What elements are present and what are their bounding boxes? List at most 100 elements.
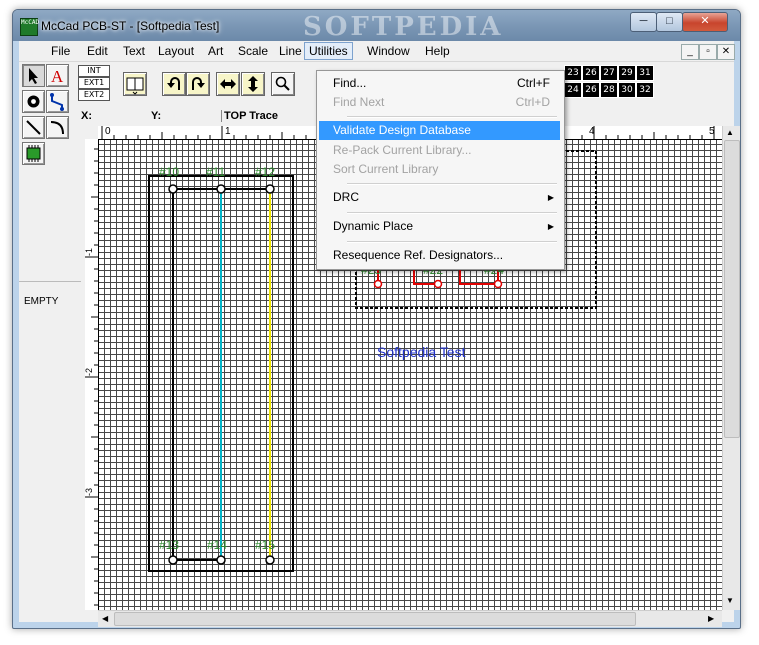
zoom-tool[interactable]	[271, 72, 295, 96]
menu-separator	[347, 116, 557, 118]
v-ruler-label: -2	[85, 367, 95, 377]
scroll-right-arrow-icon[interactable]: ▶	[708, 614, 714, 623]
pad	[265, 555, 275, 565]
rotate-right-tool[interactable]	[186, 72, 210, 96]
side-status: EMPTY	[24, 296, 59, 307]
line-tool[interactable]	[22, 116, 45, 139]
pad-label: #12	[255, 165, 276, 179]
layer-number-cell[interactable]: 24	[564, 82, 582, 98]
layer-number-cell[interactable]: 26	[582, 65, 600, 81]
magnifier-icon	[275, 76, 290, 91]
minimize-button[interactable]: ─	[630, 12, 657, 32]
scroll-down-arrow-icon[interactable]: ▼	[726, 596, 734, 605]
pad	[168, 555, 178, 565]
menu-utilities[interactable]: Utilities	[304, 42, 353, 60]
title-bar[interactable]: McCAD McCad PCB-ST - [Softpedia Test] SO…	[13, 10, 740, 42]
layer-int-button[interactable]: INT	[78, 65, 110, 77]
menu-text[interactable]: Text	[119, 43, 149, 59]
menu-item-repack-library[interactable]: Re-Pack Current Library...	[319, 141, 560, 160]
rotate-right-icon	[192, 77, 205, 90]
pad-label: #11	[206, 165, 226, 179]
menu-line[interactable]: Line	[275, 43, 306, 59]
menu-separator	[347, 183, 557, 185]
pad-label: #13	[159, 538, 180, 552]
arc-icon	[50, 121, 64, 135]
scroll-up-arrow-icon[interactable]: ▲	[726, 128, 734, 137]
layer-number-cell[interactable]: 30	[618, 82, 636, 98]
pad	[216, 184, 226, 194]
menu-separator	[347, 241, 557, 243]
v-ruler-label: -1	[85, 247, 95, 257]
menu-file[interactable]: File	[47, 43, 74, 59]
menu-item-dynamic-place[interactable]: Dynamic Place ▶	[319, 217, 560, 236]
chip-icon	[26, 145, 41, 162]
pad-tool[interactable]	[22, 90, 45, 113]
layer-number-cell[interactable]: 29	[618, 65, 636, 81]
book-icon	[126, 77, 144, 95]
pad	[168, 184, 178, 194]
layer-ext1-button[interactable]: EXT1	[78, 77, 110, 89]
menu-scale[interactable]: Scale	[234, 43, 272, 59]
select-arrow-tool[interactable]	[22, 64, 45, 87]
menu-item-resequence-ref-designators[interactable]: Resequence Ref. Designators...	[319, 246, 560, 265]
menu-window[interactable]: Window	[363, 43, 414, 59]
h-ruler-label: 1	[225, 126, 231, 137]
horizontal-scroll-thumb[interactable]	[114, 612, 636, 626]
line-icon	[26, 120, 41, 135]
menu-item-validate-design-database[interactable]: Validate Design Database	[319, 121, 560, 140]
pad	[216, 555, 226, 565]
mirror-vertical-tool[interactable]	[241, 72, 265, 96]
submenu-arrow-icon: ▶	[547, 193, 554, 202]
app-window: McCAD McCad PCB-ST - [Softpedia Test] SO…	[12, 9, 741, 629]
mdi-close-button[interactable]: ✕	[717, 44, 735, 60]
menu-art[interactable]: Art	[204, 43, 227, 59]
menu-item-find-next[interactable]: Find Next Ctrl+D	[319, 93, 560, 112]
v-ruler-label: -3	[85, 487, 95, 497]
layer-ext2-button[interactable]: EXT2	[78, 89, 110, 101]
arc-tool[interactable]	[46, 116, 69, 139]
menu-edit[interactable]: Edit	[83, 43, 112, 59]
mdi-restore-button[interactable]: ▫	[699, 44, 717, 60]
menu-item-sort-library[interactable]: Sort Current Library	[319, 160, 560, 179]
text-tool[interactable]: A	[46, 64, 69, 87]
horizontal-arrows-icon	[220, 79, 236, 89]
library-book-tool[interactable]	[123, 72, 147, 96]
menu-help[interactable]: Help	[421, 43, 454, 59]
watermark: SOFTPEDIA	[303, 12, 504, 42]
layer-number-cell[interactable]: 32	[636, 82, 654, 98]
y-coordinate-label: Y:	[151, 110, 162, 122]
mirror-horizontal-tool[interactable]	[216, 72, 240, 96]
component-tool[interactable]	[22, 142, 45, 165]
rotate-left-tool[interactable]	[162, 72, 186, 96]
canvas-text-label[interactable]: Softpedia Test	[377, 344, 465, 360]
scroll-left-arrow-icon[interactable]: ◀	[102, 614, 108, 623]
arrow-icon	[29, 68, 38, 84]
vertical-ruler: -1 -2 -3	[85, 139, 99, 610]
h-ruler-label: 4	[589, 126, 595, 137]
red-pad	[433, 279, 443, 289]
active-layer-label: TOP Trace	[221, 110, 278, 122]
mdi-minimize-button[interactable]: _	[681, 44, 699, 60]
pad-label: #10	[159, 165, 180, 179]
route-icon	[50, 93, 64, 111]
horizontal-scrollbar[interactable]: ◀ ▶	[98, 610, 722, 627]
layer-number-cell[interactable]: 31	[636, 65, 654, 81]
layer-number-cell[interactable]: 27	[600, 65, 618, 81]
layer-number-cell[interactable]: 26	[582, 82, 600, 98]
menu-item-drc[interactable]: DRC ▶	[319, 188, 560, 207]
app-icon[interactable]: McCAD	[20, 18, 39, 36]
layer-number-cell[interactable]: 28	[600, 82, 618, 98]
vertical-scroll-thumb[interactable]	[724, 140, 740, 438]
maximize-button[interactable]: □	[656, 12, 683, 32]
utilities-menu: Find... Ctrl+F Find Next Ctrl+D Validate…	[316, 70, 565, 270]
layer-number-cell[interactable]: 23	[564, 65, 582, 81]
menu-layout[interactable]: Layout	[154, 43, 198, 59]
pad-label: #15	[255, 538, 276, 552]
vertical-scrollbar[interactable]: ▲ ▼	[722, 126, 740, 610]
close-button[interactable]: ✕	[682, 12, 728, 32]
coordinate-bar: X: Y: TOP Trace	[81, 110, 321, 123]
menu-item-find[interactable]: Find... Ctrl+F	[319, 74, 560, 93]
menu-bar: File Edit Text Layout Art Scale Line Uti…	[19, 41, 735, 62]
route-tool[interactable]	[46, 90, 69, 113]
h-ruler-label: 0	[105, 126, 111, 137]
